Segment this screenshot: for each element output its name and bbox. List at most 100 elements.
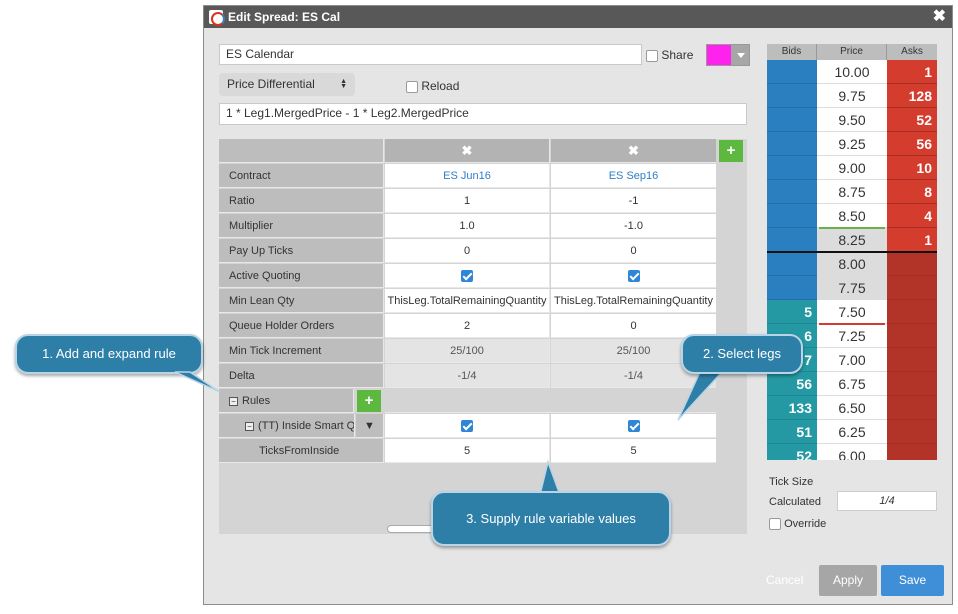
leg2-ratio[interactable]: -1	[551, 189, 716, 213]
share-option[interactable]: Share	[646, 48, 693, 62]
ask-cell[interactable]: 56	[887, 132, 937, 156]
leg1-pay-up-ticks[interactable]: 0	[385, 239, 550, 263]
ask-cell[interactable]: 128	[887, 84, 937, 108]
price-cell[interactable]: 10.00	[817, 60, 887, 84]
price-cell[interactable]: 8.00	[817, 252, 887, 276]
leg2-multiplier[interactable]: -1.0	[551, 214, 716, 238]
leg2-active-quoting-checkbox[interactable]	[627, 270, 640, 283]
override-checkbox[interactable]	[769, 518, 781, 531]
close-icon[interactable]: ✖	[933, 7, 946, 27]
ask-cell[interactable]	[887, 276, 937, 300]
save-button[interactable]: Save	[881, 565, 944, 596]
leg1-active-quoting	[385, 264, 550, 288]
price-cell[interactable]: 9.75	[817, 84, 887, 108]
ask-cell[interactable]	[887, 324, 937, 348]
ask-cell[interactable]	[887, 396, 937, 420]
bid-cell[interactable]: 56	[767, 372, 817, 396]
ask-cell[interactable]: 10	[887, 156, 937, 180]
price-cell[interactable]: 8.50	[817, 204, 887, 228]
bid-cell[interactable]	[767, 228, 817, 252]
spread-name-input[interactable]: ES Calendar	[219, 44, 642, 65]
collapse-rules-icon[interactable]: −	[229, 396, 238, 406]
price-cell[interactable]: 8.75	[817, 180, 887, 204]
leg2-ticks-from-inside[interactable]: 5	[551, 439, 716, 463]
ask-cell[interactable]	[887, 300, 937, 324]
bid-cell[interactable]	[767, 132, 817, 156]
add-rule-plus-icon[interactable]: +	[357, 390, 381, 412]
remove-leg1-x-icon[interactable]: ✖	[385, 139, 550, 163]
rule-leg2-select	[551, 414, 716, 438]
price-cell[interactable]: 7.00	[817, 348, 887, 372]
ask-cell[interactable]: 1	[887, 228, 937, 252]
apply-button[interactable]: Apply	[819, 565, 877, 596]
rules-label: Rules	[242, 395, 271, 407]
price-cell[interactable]: 9.00	[817, 156, 887, 180]
ladder-row: 52 6.00	[767, 444, 937, 460]
leg1-active-quoting-checkbox[interactable]	[461, 270, 473, 283]
price-cell[interactable]: 6.25	[817, 420, 887, 444]
ask-cell[interactable]	[887, 252, 937, 276]
rule-leg1-checkbox[interactable]	[461, 420, 473, 433]
leg2-pay-up-ticks[interactable]: 0	[551, 239, 716, 263]
legs-table: ✖ ✖ + Contract ES Jun16 ES Sep16 Ratio 1…	[219, 139, 747, 534]
price-cell[interactable]: 7.50	[817, 300, 887, 324]
price-cell[interactable]: 7.25	[817, 324, 887, 348]
bid-cell[interactable]	[767, 108, 817, 132]
bid-cell[interactable]: 51	[767, 420, 817, 444]
cancel-button[interactable]: Cancel	[766, 573, 803, 587]
formula-input[interactable]: 1 * Leg1.MergedPrice - 1 * Leg2.MergedPr…	[219, 103, 747, 125]
price-cell[interactable]: 6.00	[817, 444, 887, 460]
bid-cell[interactable]	[767, 180, 817, 204]
leg1-min-lean-qty[interactable]: ThisLeg.TotalRemainingQuantity	[385, 289, 550, 313]
collapse-rule-icon[interactable]: −	[245, 421, 254, 431]
bid-cell[interactable]: 52	[767, 444, 817, 460]
leg1-contract[interactable]: ES Jun16	[385, 164, 550, 188]
price-cell[interactable]: 6.50	[817, 396, 887, 420]
remove-leg2-x-icon[interactable]: ✖	[551, 139, 716, 163]
bid-cell[interactable]	[767, 84, 817, 108]
ask-cell[interactable]	[887, 348, 937, 372]
leg1-ratio[interactable]: 1	[385, 189, 550, 213]
ask-cell[interactable]: 52	[887, 108, 937, 132]
rule-leg2-checkbox[interactable]	[627, 420, 640, 433]
bid-cell[interactable]	[767, 156, 817, 180]
app-logo-icon	[209, 10, 225, 26]
reload-option[interactable]: Reload	[406, 79, 459, 93]
ask-cell[interactable]: 1	[887, 60, 937, 84]
price-cell[interactable]: 8.25	[817, 228, 887, 252]
override-option[interactable]: Override	[769, 518, 826, 531]
ladder-row: 8.25 1	[767, 228, 937, 252]
leg1-queue-holder-orders[interactable]: 2	[385, 314, 550, 338]
bid-cell[interactable]: 133	[767, 396, 817, 420]
bid-cell[interactable]	[767, 204, 817, 228]
leg2-contract[interactable]: ES Sep16	[551, 164, 716, 188]
price-cell[interactable]: 6.75	[817, 372, 887, 396]
ladder-row: 9.75 128	[767, 84, 937, 108]
ask-cell[interactable]: 4	[887, 204, 937, 228]
reload-label: Reload	[421, 79, 460, 93]
ask-cell[interactable]: 8	[887, 180, 937, 204]
leg1-ticks-from-inside[interactable]: 5	[385, 439, 550, 463]
rule-name[interactable]: − (TT) Inside Smart Q	[219, 414, 355, 438]
bid-cell[interactable]: 5	[767, 300, 817, 324]
bid-cell[interactable]	[767, 252, 817, 276]
color-picker[interactable]	[706, 44, 750, 66]
ask-cell[interactable]	[887, 372, 937, 396]
ask-cell[interactable]	[887, 420, 937, 444]
price-cell[interactable]: 7.75	[817, 276, 887, 300]
price-cell[interactable]: 9.50	[817, 108, 887, 132]
row-label: Min Lean Qty	[219, 289, 384, 313]
leg1-multiplier[interactable]: 1.0	[385, 214, 550, 238]
price-type-select[interactable]: Price Differential ▲ ▼	[219, 73, 355, 96]
leg2-min-lean-qty[interactable]: ThisLeg.TotalRemainingQuantity	[551, 289, 716, 313]
price-cell[interactable]: 9.25	[817, 132, 887, 156]
bid-cell[interactable]	[767, 60, 817, 84]
reload-checkbox[interactable]	[406, 80, 418, 93]
ask-cell[interactable]	[887, 444, 937, 460]
share-checkbox[interactable]	[646, 49, 658, 62]
callout-add-expand-rule: 1. Add and expand rule	[15, 334, 203, 374]
add-leg-plus-icon[interactable]: +	[719, 140, 743, 162]
rule-dropdown-chevron-down-icon[interactable]: ▼	[356, 414, 384, 438]
rules-header[interactable]: − Rules	[219, 389, 354, 413]
bid-cell[interactable]	[767, 276, 817, 300]
